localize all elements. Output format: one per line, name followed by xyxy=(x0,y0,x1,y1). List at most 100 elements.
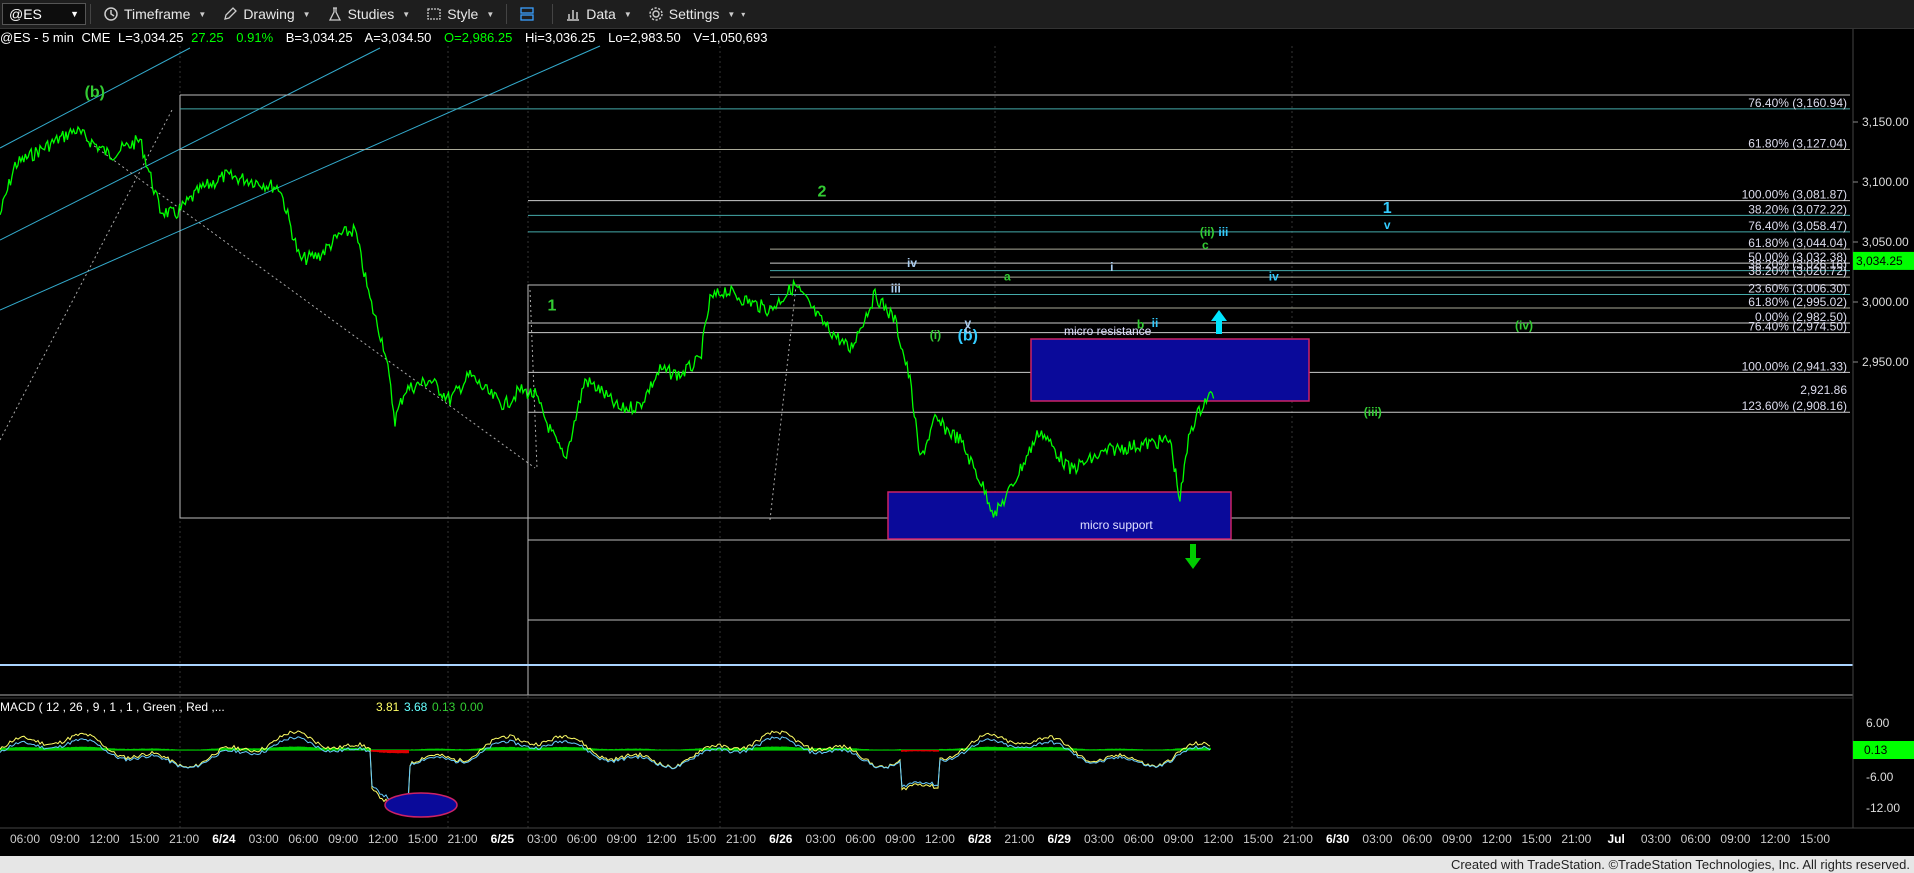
wave-label: (iv) xyxy=(1515,319,1533,333)
time-tick-label: 03:00 xyxy=(249,832,279,846)
wave-label: c xyxy=(1202,238,1209,252)
overflow-caret-icon: ▾ xyxy=(741,9,746,19)
fib-frame-line xyxy=(179,95,1850,519)
wave-label: (i) xyxy=(930,328,941,342)
time-tick-label: 15:00 xyxy=(129,832,159,846)
time-tick-label: 6/28 xyxy=(968,832,992,846)
time-tick-label: 03:00 xyxy=(1641,832,1671,846)
up-arrow-icon xyxy=(1211,310,1227,334)
wave-label: iii xyxy=(1218,225,1228,239)
symbol-selector[interactable]: @ES ▼ xyxy=(2,3,86,25)
fib-level-label: 38.20% (3,020.72) xyxy=(1748,264,1847,278)
micro-support-label: micro support xyxy=(1080,518,1153,532)
wave-label: c xyxy=(964,322,971,336)
wave-label: 1 xyxy=(1383,200,1392,217)
price-tick-label: 3,100.00 xyxy=(1862,175,1909,189)
time-tick-label: 09:00 xyxy=(50,832,80,846)
time-tick-label: 6/24 xyxy=(212,832,236,846)
time-tick-label: 06:00 xyxy=(1681,832,1711,846)
style-frame-icon xyxy=(427,8,441,20)
fib-level-label: 100.00% (2,941.33) xyxy=(1742,359,1847,373)
settings-label: Settings xyxy=(668,6,720,22)
info-ask: A=3,034.50 xyxy=(364,30,432,45)
settings-menu[interactable]: Settings ▼ ▾ xyxy=(640,2,754,26)
time-tick-label: 15:00 xyxy=(686,832,716,846)
time-tick-label: 6/30 xyxy=(1326,832,1350,846)
chevron-down-icon: ▼ xyxy=(402,9,411,19)
style-label: Style xyxy=(447,6,479,22)
price-axis: 3,150.00 3,100.00 3,050.00 3,000.00 2,950.00… xyxy=(1852,28,1914,828)
time-tick-label: 21:00 xyxy=(1004,832,1034,846)
wave-label: iv xyxy=(907,256,917,270)
price-tick-label: 3,050.00 xyxy=(1862,235,1909,249)
timeframe-menu[interactable]: Timeframe ▼ xyxy=(95,2,214,26)
time-tick-label: 21:00 xyxy=(169,832,199,846)
wave-label: 2 xyxy=(818,183,827,200)
price-tick-label: 3,150.00 xyxy=(1862,115,1909,129)
time-tick-label: 6/25 xyxy=(491,832,515,846)
price-tick-label: 3,000.00 xyxy=(1862,295,1909,309)
macd-line xyxy=(0,730,1211,808)
info-change-pct: 0.91% xyxy=(236,30,274,45)
time-tick-label: 21:00 xyxy=(448,832,478,846)
info-last: L=3,034.25 xyxy=(118,30,184,45)
wave-label: (b) xyxy=(85,84,105,101)
time-tick-label: 03:00 xyxy=(1362,832,1392,846)
price-tick-label: 2,950.00 xyxy=(1862,355,1909,369)
data-menu[interactable]: Data ▼ xyxy=(557,2,640,26)
info-volume: V=1,050,693 xyxy=(693,30,768,45)
info-bid: B=3,034.25 xyxy=(285,30,353,45)
style-menu[interactable]: Style ▼ xyxy=(418,2,502,26)
macd-value-4: 0.00 xyxy=(460,700,484,714)
time-tick-label: 15:00 xyxy=(1800,832,1830,846)
macd-tick-label: -6.00 xyxy=(1866,770,1894,784)
time-tick-label: 12:00 xyxy=(1203,832,1233,846)
time-tick-label: 12:00 xyxy=(90,832,120,846)
time-tick-label: 06:00 xyxy=(845,832,875,846)
drawing-menu[interactable]: Drawing ▼ xyxy=(214,2,318,26)
chevron-down-icon: ▼ xyxy=(302,9,311,19)
clock-icon xyxy=(104,7,118,21)
wave-label: (iii) xyxy=(1364,405,1382,419)
time-tick-label: 09:00 xyxy=(885,832,915,846)
info-change: 27.25 xyxy=(191,30,224,45)
support-resistance-zones[interactable]: micro resistance micro support xyxy=(887,324,1310,540)
flask-icon xyxy=(328,7,341,21)
info-low: Lo=2,983.50 xyxy=(608,30,681,45)
time-tick-label: 03:00 xyxy=(527,832,557,846)
price-chart[interactable]: 76.40% (3,160.94) 61.80% (3,127.04) 100.00… xyxy=(0,0,1914,873)
studies-menu[interactable]: Studies ▼ xyxy=(319,2,419,26)
macd-value-1: 3.81 xyxy=(376,700,400,714)
wave-label: i xyxy=(1110,260,1113,274)
layout-button[interactable] xyxy=(511,2,548,26)
time-tick-label: 6/26 xyxy=(769,832,793,846)
copyright-footer: Created with TradeStation. ©TradeStation… xyxy=(0,856,1914,873)
time-tick-label: 12:00 xyxy=(925,832,955,846)
macd-highlight-ellipse xyxy=(384,792,458,818)
time-tick-label: 09:00 xyxy=(1442,832,1472,846)
bar-chart-icon xyxy=(567,10,580,21)
timeframe-label: Timeframe xyxy=(124,6,191,22)
fib-level-label: 123.60% (2,908.16) xyxy=(1742,399,1847,413)
info-symbol: @ES - 5 min xyxy=(0,30,74,45)
down-arrow-icon xyxy=(1185,544,1201,569)
wave-label: (ii) xyxy=(1200,225,1215,239)
macd-panel: MACD ( 12 , 26 , 9 , 1 , 1 , Green , Red… xyxy=(0,697,1914,818)
chevron-down-icon: ▼ xyxy=(70,9,79,19)
symbol-value: @ES xyxy=(9,6,42,22)
layout-icon xyxy=(520,7,534,21)
drawing-label: Drawing xyxy=(243,6,295,22)
time-tick-label: 06:00 xyxy=(288,832,318,846)
macd-tick-label: -12.00 xyxy=(1866,801,1900,815)
macd-value-3: 0.13 xyxy=(432,700,456,714)
macd-study-label: MACD ( 12 , 26 , 9 , 1 , 1 , Green , Red… xyxy=(0,700,225,714)
info-open: O=2,986.25 xyxy=(444,30,513,45)
time-tick-label: 09:00 xyxy=(1720,832,1750,846)
time-tick-label: 06:00 xyxy=(1402,832,1432,846)
time-tick-label: 15:00 xyxy=(408,832,438,846)
wave-label: a xyxy=(1004,269,1011,283)
micro-resistance-zone[interactable] xyxy=(1030,338,1310,402)
fib-level-label: 76.40% (3,058.47) xyxy=(1748,219,1847,233)
wave-label: iv xyxy=(1269,269,1279,283)
fib-level-label: 76.40% (3,160.94) xyxy=(1748,96,1847,110)
